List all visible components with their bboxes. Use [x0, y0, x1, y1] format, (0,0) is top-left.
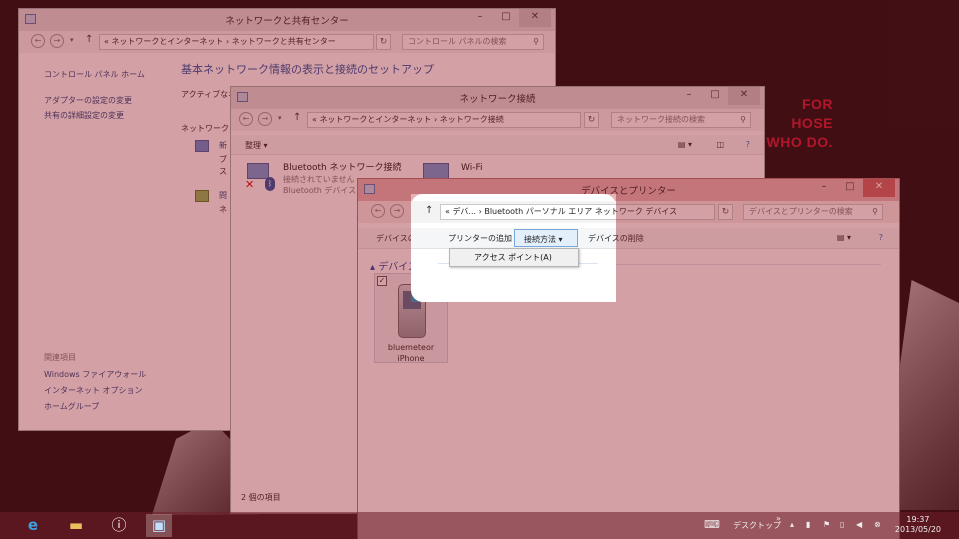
info-app-icon[interactable]: ⓘ	[106, 514, 132, 537]
file-explorer-icon[interactable]: ▬	[63, 514, 89, 537]
desktop-toolbar-label[interactable]: デスクトップ	[733, 520, 781, 531]
tray-device-icon[interactable]: ▮	[806, 520, 810, 529]
internet-explorer-icon[interactable]: e	[20, 514, 46, 537]
notification-icon[interactable]: ⊗	[874, 520, 881, 529]
connect-using-menu: アクセス ポイント(A)	[449, 248, 579, 267]
connect-using-button[interactable]: 接続方法 ▾	[514, 229, 578, 247]
volume-icon[interactable]: ◀	[856, 520, 862, 529]
remove-device-button[interactable]: デバイスの削除	[588, 233, 616, 244]
dim-overlay	[0, 0, 959, 194]
clock[interactable]: 19:37 2013/05/20	[895, 515, 941, 535]
control-panel-taskbar-icon[interactable]: ▣	[146, 514, 172, 537]
dim-overlay	[0, 194, 411, 302]
dim-overlay	[616, 194, 959, 302]
keyboard-icon[interactable]: ⌨	[704, 518, 720, 531]
battery-icon[interactable]: ▯	[840, 520, 844, 529]
address-bar[interactable]: « デバ... › Bluetooth パーソナル エリア ネットワーク デバイ…	[440, 204, 616, 220]
up-icon[interactable]: ↑	[425, 205, 433, 216]
time: 19:37	[906, 515, 930, 524]
dim-overlay	[0, 302, 959, 512]
date: 2013/05/20	[894, 525, 941, 534]
taskbar: e ▬ ⓘ ▣ ⌨ デスクトップ » ▴ ▮ ⚑ ▯ ◀ ⊗ 19:37 201…	[0, 512, 959, 539]
access-point-menu-item[interactable]: アクセス ポイント(A)	[474, 252, 552, 263]
tray-up-icon[interactable]: ▴	[790, 520, 794, 529]
tray-flag-icon[interactable]: ⚑	[823, 520, 830, 529]
add-printer-button[interactable]: プリンターの追加	[448, 233, 512, 244]
toolbar-chevron-icon[interactable]: »	[776, 514, 781, 523]
